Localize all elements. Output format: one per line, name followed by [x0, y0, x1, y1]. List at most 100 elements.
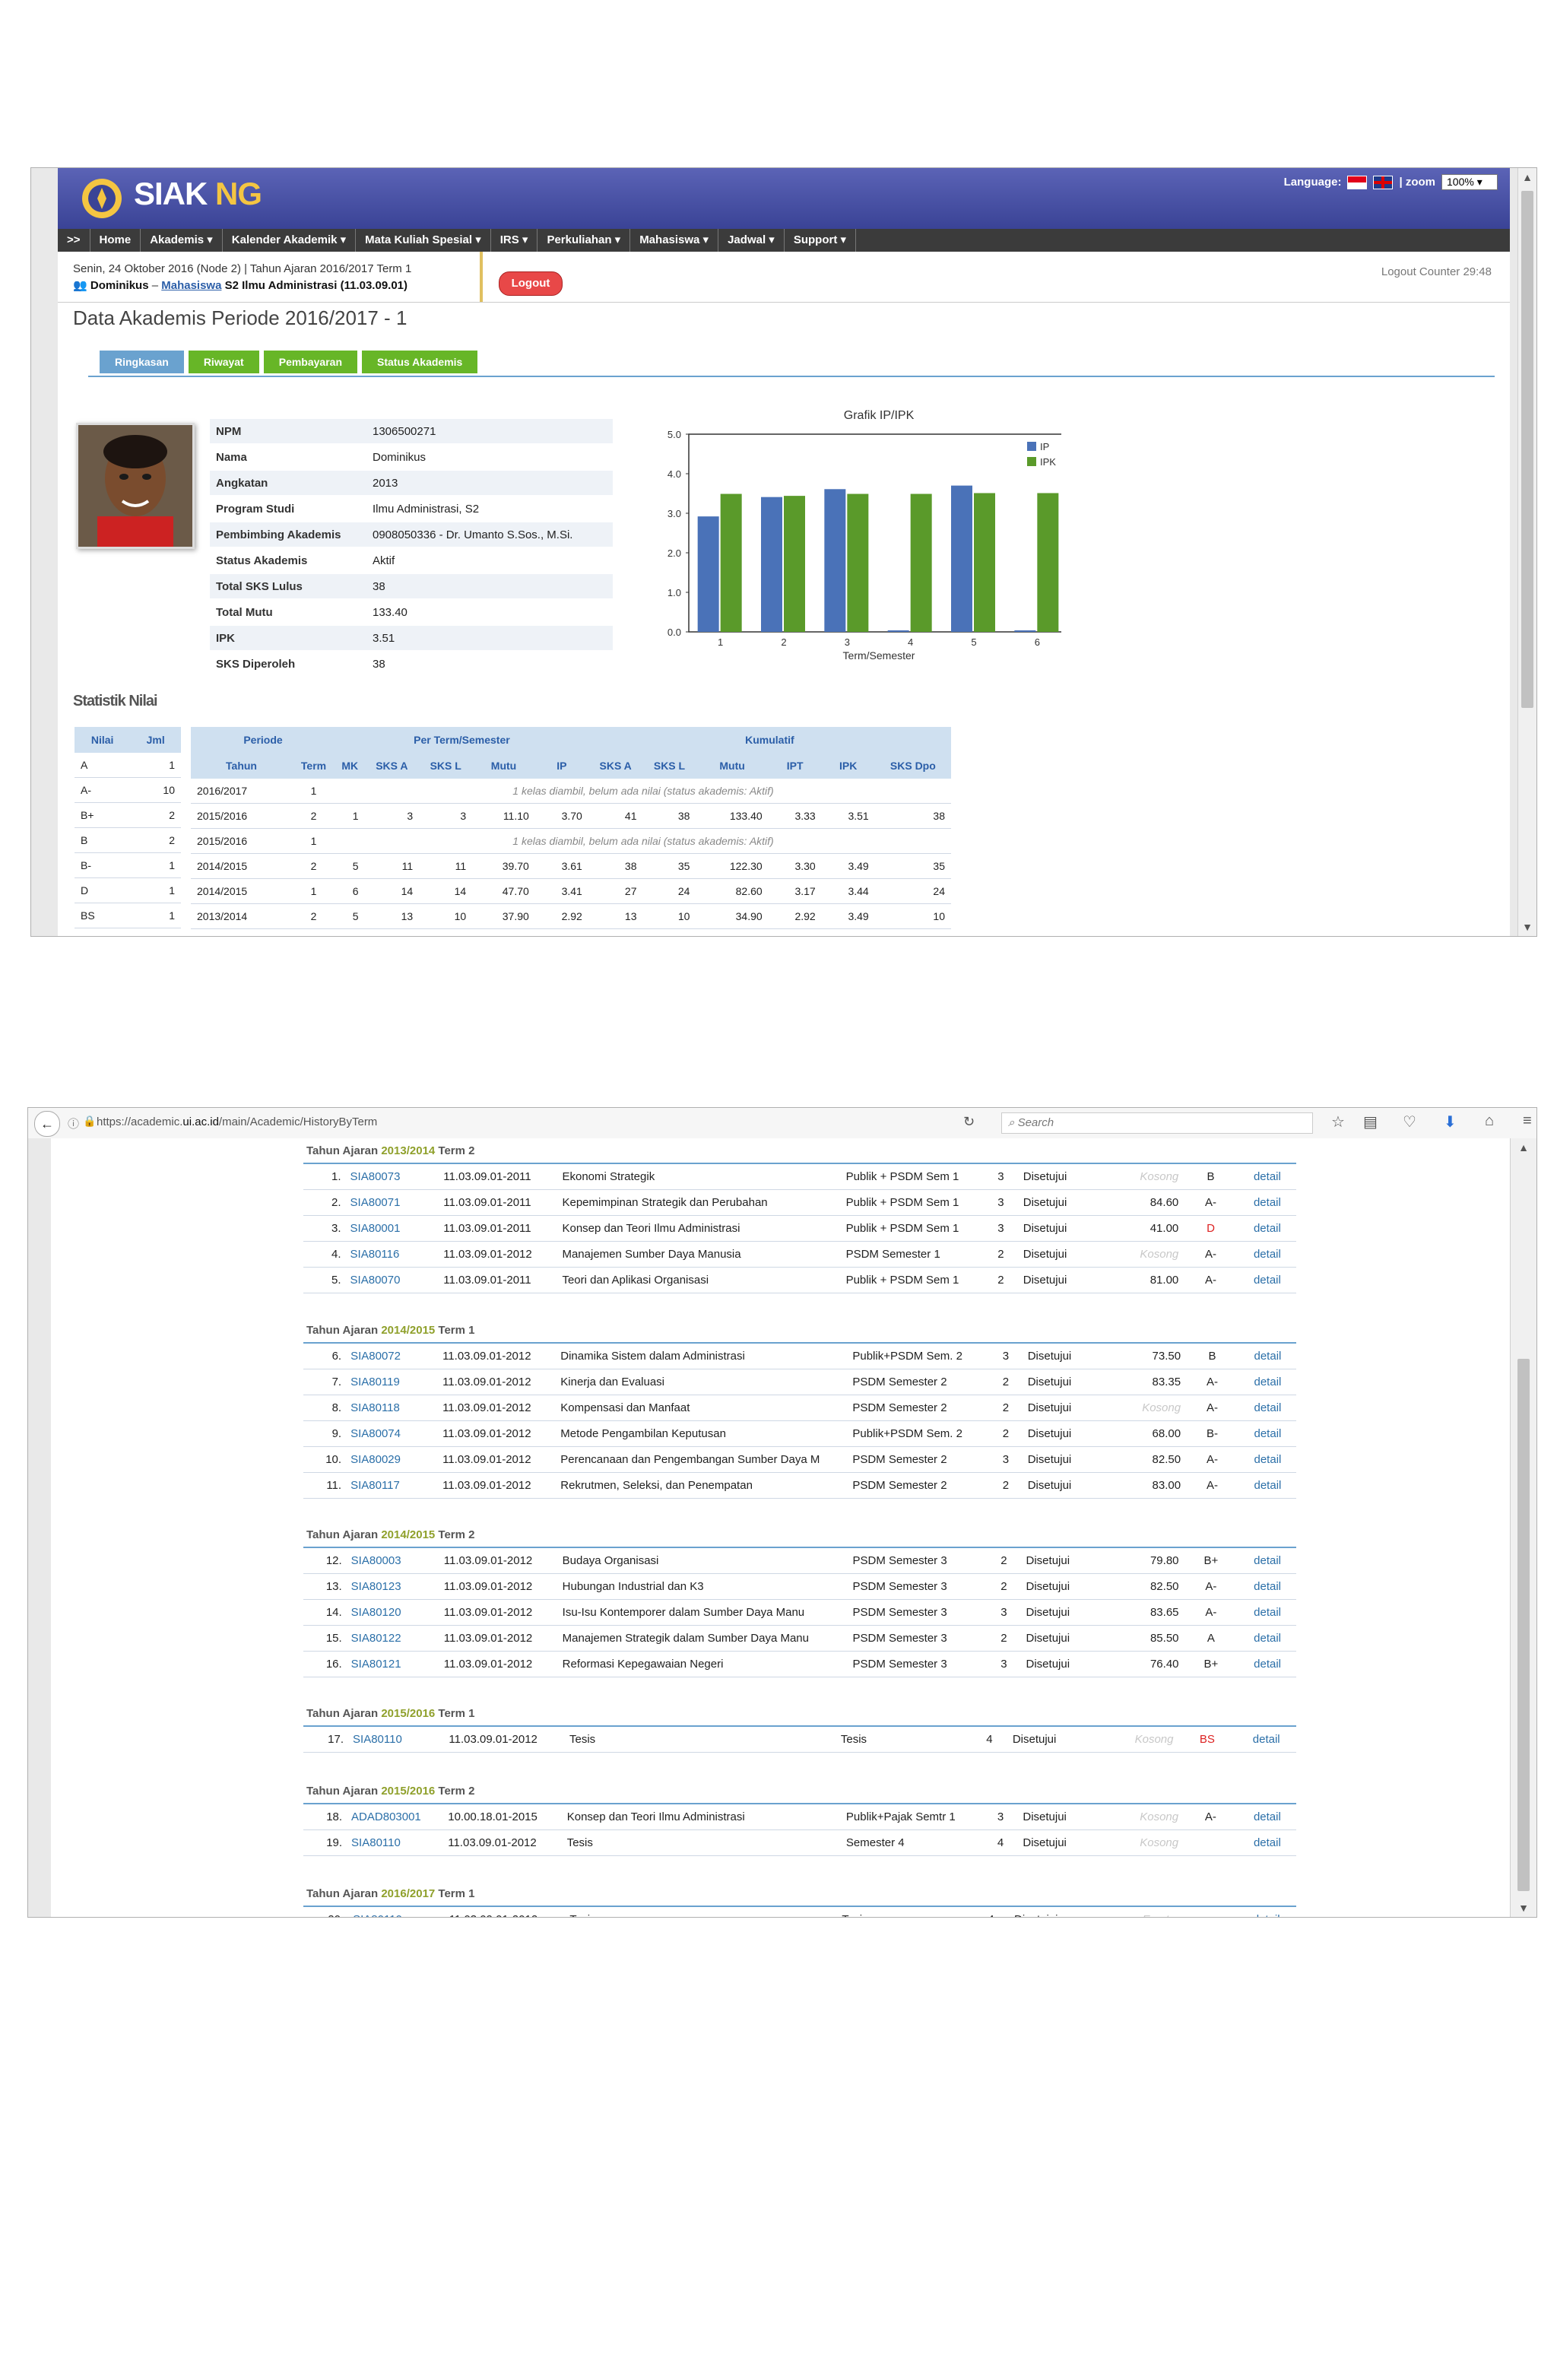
course-code-link[interactable]: SIA80001: [345, 1215, 439, 1242]
history-cell: 3.33: [768, 803, 822, 829]
history-cell: 2.92: [768, 903, 822, 929]
course-code-link[interactable]: SIA80118: [346, 1395, 439, 1421]
detail-link[interactable]: detail: [1238, 1546, 1296, 1574]
detail-link[interactable]: detail: [1238, 1829, 1296, 1856]
course-code-link[interactable]: SIA80071: [345, 1189, 439, 1216]
detail-link[interactable]: detail: [1236, 1905, 1296, 1917]
history-note: 1 kelas diambil, belum ada nilai (status…: [335, 828, 951, 854]
detail-link[interactable]: detail: [1238, 1573, 1296, 1600]
detail-link[interactable]: detail: [1238, 1802, 1296, 1830]
menu-hamburger-icon[interactable]: ≡: [1523, 1112, 1532, 1130]
course-code-link[interactable]: SIA80072: [346, 1341, 439, 1369]
scroll-down-icon[interactable]: ▼: [1518, 918, 1536, 936]
menu-item-9[interactable]: Support ▾: [785, 229, 857, 252]
course-code-link[interactable]: SIA80073: [345, 1163, 439, 1190]
scroll-thumb[interactable]: [1521, 191, 1533, 708]
scroll-up-icon[interactable]: ▲: [1514, 1138, 1533, 1157]
history-cell: 3.41: [534, 878, 588, 904]
course-program: Publik + PSDM Sem 1: [841, 1215, 984, 1242]
curriculum-code: 11.03.09.01-2012: [439, 1573, 558, 1600]
menu-item-5[interactable]: IRS ▾: [491, 229, 538, 252]
scrollbar-vertical[interactable]: ▲ ▼: [1510, 1138, 1536, 1917]
detail-link[interactable]: detail: [1238, 1241, 1296, 1268]
menu-item-1[interactable]: Home: [90, 229, 141, 252]
logout-button[interactable]: Logout: [499, 271, 563, 296]
curriculum-code: 11.03.09.01-2012: [438, 1446, 557, 1473]
course-code-link[interactable]: SIA80029: [346, 1446, 439, 1473]
menu-item-8[interactable]: Jadwal ▾: [718, 229, 785, 252]
menu-item-6[interactable]: Perkuliahan ▾: [537, 229, 631, 252]
menu-item-2[interactable]: Akademis ▾: [141, 229, 223, 252]
zoom-select[interactable]: 100% ▾: [1441, 174, 1498, 190]
back-arrow-icon[interactable]: ←: [34, 1111, 60, 1137]
bookmark-star-icon[interactable]: ☆: [1331, 1112, 1345, 1131]
siak-logo-text: SIAK NG: [134, 176, 262, 211]
pocket-icon[interactable]: ♡: [1403, 1112, 1416, 1131]
detail-link[interactable]: detail: [1238, 1189, 1296, 1216]
course-code-link[interactable]: SIA80070: [345, 1267, 439, 1293]
reload-icon[interactable]: ↻: [963, 1114, 975, 1130]
course-name: Perencanaan dan Pengembangan Sumber Daya…: [556, 1446, 848, 1473]
download-icon[interactable]: ⬇: [1444, 1112, 1457, 1131]
menu-item-7[interactable]: Mahasiswa ▾: [630, 229, 719, 252]
reader-list-icon[interactable]: ▤: [1363, 1112, 1378, 1131]
profile-row: Pembimbing Akademis 0908050336 - Dr. Uman…: [210, 522, 613, 548]
url-field[interactable]: https://academic.ui.ac.id/main/Academic/…: [97, 1115, 377, 1128]
tab-3[interactable]: Status Akademis: [362, 351, 478, 373]
course-code-link[interactable]: SIA80116: [345, 1241, 439, 1268]
course-code-link[interactable]: SIA80123: [346, 1573, 439, 1600]
course-code-link[interactable]: SIA80110: [348, 1725, 445, 1753]
info-icon[interactable]: ⓘ: [68, 1115, 79, 1131]
detail-link[interactable]: detail: [1238, 1625, 1296, 1652]
detail-link[interactable]: detail: [1238, 1215, 1296, 1242]
course-code-link[interactable]: SIA80120: [346, 1599, 439, 1626]
course-number: 6.: [303, 1341, 347, 1369]
scroll-thumb[interactable]: [1517, 1359, 1530, 1891]
course-number: 1.: [303, 1163, 346, 1190]
tab-0[interactable]: Ringkasan: [100, 351, 184, 373]
course-code-link[interactable]: SIA80074: [346, 1420, 439, 1447]
history-year: 2016/2017: [191, 779, 293, 804]
course-code-link[interactable]: SIA80122: [346, 1625, 439, 1652]
course-code-link[interactable]: SIA80117: [346, 1472, 439, 1499]
course-grade: A-: [1183, 1573, 1239, 1600]
detail-link[interactable]: detail: [1238, 1446, 1296, 1473]
scrollbar-vertical[interactable]: ▲ ▼: [1517, 168, 1536, 936]
bar-ip: [761, 497, 782, 632]
course-grade: A-: [1185, 1446, 1239, 1473]
tab-2[interactable]: Pembayaran: [263, 351, 358, 373]
search-input[interactable]: ⌕ Search: [1001, 1112, 1313, 1134]
course-code-link[interactable]: SIA80121: [346, 1651, 439, 1677]
col-header: SKS L: [419, 753, 473, 779]
detail-link[interactable]: detail: [1238, 1369, 1296, 1395]
course-row: 10. SIA80029 11.03.09.01-2012 Perencanaan d…: [303, 1446, 1296, 1473]
detail-link[interactable]: detail: [1238, 1420, 1296, 1447]
detail-link[interactable]: detail: [1236, 1725, 1296, 1753]
detail-link[interactable]: detail: [1238, 1599, 1296, 1626]
detail-link[interactable]: detail: [1238, 1341, 1296, 1369]
course-code-link[interactable]: SIA80110: [347, 1829, 444, 1856]
course-code-link[interactable]: SIA80003: [346, 1546, 439, 1574]
course-code-link[interactable]: ADAD803001: [347, 1802, 444, 1830]
flag-indonesia-icon[interactable]: [1347, 175, 1368, 189]
menu-item-3[interactable]: Kalender Akademik ▾: [223, 229, 357, 252]
course-number: 3.: [303, 1215, 346, 1242]
detail-link[interactable]: detail: [1238, 1472, 1296, 1499]
course-score: 81.00: [1098, 1267, 1184, 1293]
menu-item-4[interactable]: Mata Kuliah Spesial ▾: [356, 229, 491, 252]
role-link[interactable]: Mahasiswa: [161, 279, 221, 292]
tab-1[interactable]: Riwayat: [188, 351, 259, 373]
detail-link[interactable]: detail: [1238, 1267, 1296, 1293]
scroll-down-icon[interactable]: ▼: [1514, 1899, 1533, 1917]
scroll-up-icon[interactable]: ▲: [1518, 168, 1536, 186]
course-code-link[interactable]: SIA80110: [348, 1905, 445, 1917]
detail-link[interactable]: detail: [1238, 1651, 1296, 1677]
course-code-link[interactable]: SIA80119: [346, 1369, 439, 1395]
home-icon[interactable]: ⌂: [1485, 1112, 1494, 1130]
course-score: 76.40: [1100, 1651, 1184, 1677]
menu-item-0[interactable]: >>: [58, 229, 90, 252]
flag-english-icon[interactable]: [1373, 175, 1394, 189]
course-status: Disetujui: [1023, 1395, 1102, 1421]
detail-link[interactable]: detail: [1238, 1163, 1296, 1190]
detail-link[interactable]: detail: [1238, 1395, 1296, 1421]
